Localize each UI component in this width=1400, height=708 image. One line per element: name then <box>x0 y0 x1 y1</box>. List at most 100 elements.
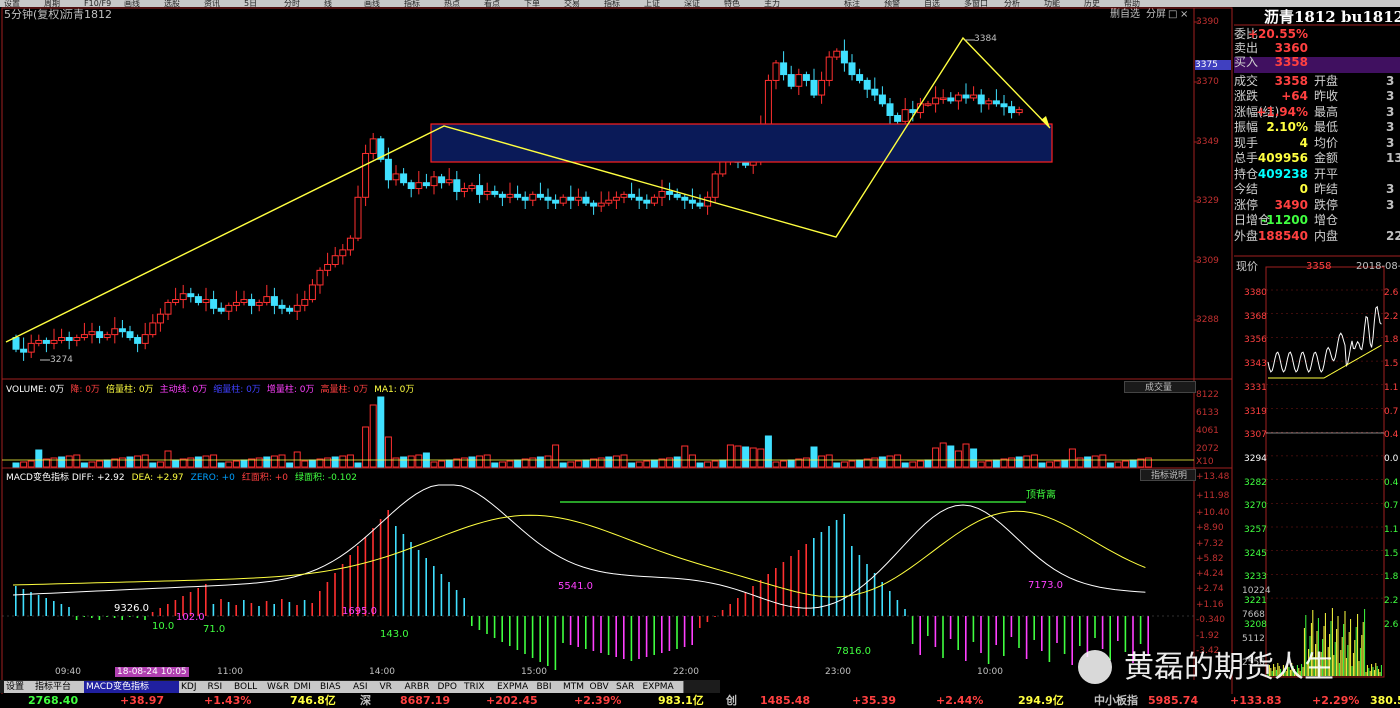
split-screen-button[interactable]: 分屏 <box>1146 9 1166 21</box>
macd-bar <box>767 574 769 616</box>
toolbar-button[interactable]: 热点 <box>444 0 460 7</box>
toolbar-button[interactable]: 画线 <box>364 0 380 7</box>
toolbar-button[interactable]: 分时 <box>284 0 300 7</box>
tab-19[interactable]: EXPMA <box>640 681 684 693</box>
volume-bar <box>597 457 605 468</box>
macd-bar <box>896 600 899 616</box>
toolbar-button[interactable]: 自选 <box>924 0 940 7</box>
toolbar-button[interactable]: 指标 <box>404 0 420 7</box>
volume-bar <box>369 404 377 468</box>
macd-tick: +10.40 <box>1196 508 1230 518</box>
chart-frame <box>1 7 1233 701</box>
delete-favorite-button[interactable]: 删自选 <box>1110 9 1140 21</box>
macd-bar <box>813 538 815 616</box>
toolbar-button[interactable]: 主力 <box>764 0 780 7</box>
toolbar-button[interactable]: 特色 <box>724 0 740 7</box>
toolbar-button[interactable]: 下单 <box>524 0 540 7</box>
tab-5[interactable]: BOLL <box>232 681 269 693</box>
quote-label: 持仓 <box>1234 167 1259 181</box>
intraday-pct-tick: 1.5 <box>1384 359 1399 370</box>
volume-bar <box>1053 460 1061 468</box>
toolbar-button[interactable]: 深证 <box>684 0 700 7</box>
candle-body <box>521 196 529 201</box>
tab-11[interactable]: ARBR <box>402 681 440 693</box>
macd-annotation: 5541.0 <box>558 581 593 592</box>
toolbar-button[interactable]: 指标 <box>604 0 620 7</box>
volume-bar <box>825 454 833 468</box>
volume-bar <box>278 454 286 468</box>
close-button[interactable]: × <box>1180 9 1188 21</box>
toolbar-button[interactable]: 资讯 <box>204 0 220 7</box>
macd-bar <box>1003 616 1005 656</box>
toolbar-button[interactable]: 选股 <box>164 0 180 7</box>
candle-body <box>597 202 605 207</box>
macd-bar <box>972 616 975 642</box>
toolbar-button[interactable]: 帮助 <box>1124 0 1140 7</box>
candle-body <box>552 199 560 204</box>
status-value: 2768.40 <box>28 694 79 707</box>
quote-row: 委比 +20.55% <box>1234 27 1400 42</box>
macd-tick: +4.24 <box>1196 569 1224 579</box>
macd-bar <box>1101 616 1104 649</box>
tab-1[interactable]: 指标平台 <box>33 681 88 693</box>
tab-13[interactable]: TRIX <box>462 681 499 693</box>
candle-body <box>696 202 704 207</box>
price-tick: 3329 <box>1196 196 1219 206</box>
tab-8[interactable]: BIAS <box>318 681 355 693</box>
macd-bar <box>303 600 306 616</box>
toolbar-button[interactable]: 上证 <box>644 0 660 7</box>
candle-body <box>764 79 772 125</box>
toolbar-button[interactable]: 画线 <box>124 0 140 7</box>
candle-body <box>559 196 567 204</box>
tab-2[interactable]: MACD变色指标 <box>84 681 183 693</box>
volume-bar <box>27 460 35 468</box>
toolbar-button[interactable]: 预警 <box>884 0 900 7</box>
candle-body <box>590 202 598 207</box>
quote-label-2: 均价 <box>1314 135 1339 150</box>
candle-body <box>400 173 408 184</box>
volume-bar <box>536 456 544 468</box>
quote-label-2: 金额 <box>1314 151 1339 165</box>
indicator-help-button[interactable]: 指标说明 <box>1140 469 1196 481</box>
time-tick: 23:00 <box>825 667 851 677</box>
quote-value-2: 3 <box>1386 135 1395 150</box>
toolbar-button[interactable]: 标注 <box>844 0 860 7</box>
intraday-price-tick: 3343 <box>1244 359 1267 370</box>
quote-value: 409238 <box>1257 167 1308 181</box>
toolbar-button[interactable]: 交易 <box>564 0 580 7</box>
quote-value: 188540 <box>1257 228 1308 243</box>
candle-body <box>202 299 210 303</box>
macd-bar <box>311 603 313 616</box>
toolbar-button[interactable]: 看点 <box>484 0 500 7</box>
maximize-button[interactable]: □ <box>1168 9 1177 21</box>
intraday-price-tick: 3208 <box>1244 619 1267 630</box>
macd-bar <box>212 604 215 616</box>
intraday-price-tick: 3356 <box>1244 335 1267 346</box>
status-value: 5985.74 <box>1148 694 1199 707</box>
macd-bar <box>53 601 55 616</box>
volume-indicator-select[interactable]: 成交量 <box>1124 381 1196 393</box>
toolbar-button[interactable]: F10/F9 <box>84 0 111 7</box>
volume-bar <box>780 460 788 468</box>
candle-body <box>742 161 750 166</box>
toolbar-button[interactable]: 功能 <box>1044 0 1060 7</box>
volume-bar <box>711 460 719 468</box>
toolbar-button[interactable]: 线 <box>324 0 332 7</box>
macd-bar <box>402 534 405 616</box>
toolbar-button[interactable]: 历史 <box>1084 0 1100 7</box>
toolbar-button[interactable]: 周期 <box>44 0 60 7</box>
toolbar-button[interactable]: 分析 <box>1004 0 1020 7</box>
toolbar-button[interactable]: 5日 <box>244 0 257 7</box>
macd-annotation: 9326.0 <box>114 603 149 614</box>
volume-bar <box>286 462 294 468</box>
chart-canvas[interactable] <box>0 7 1400 708</box>
tab-14[interactable]: EXPMA <box>495 681 539 693</box>
toolbar-button[interactable]: 设置 <box>4 0 20 7</box>
volume-bar <box>734 445 742 468</box>
macd-bar <box>524 616 526 654</box>
price-tick: 3288 <box>1196 315 1219 325</box>
volume-bar <box>202 455 210 468</box>
volume-bar <box>559 462 567 468</box>
volume-legend-item: 倍量柱: 0万 <box>105 385 154 395</box>
toolbar-button[interactable]: 多窗口 <box>964 0 988 7</box>
